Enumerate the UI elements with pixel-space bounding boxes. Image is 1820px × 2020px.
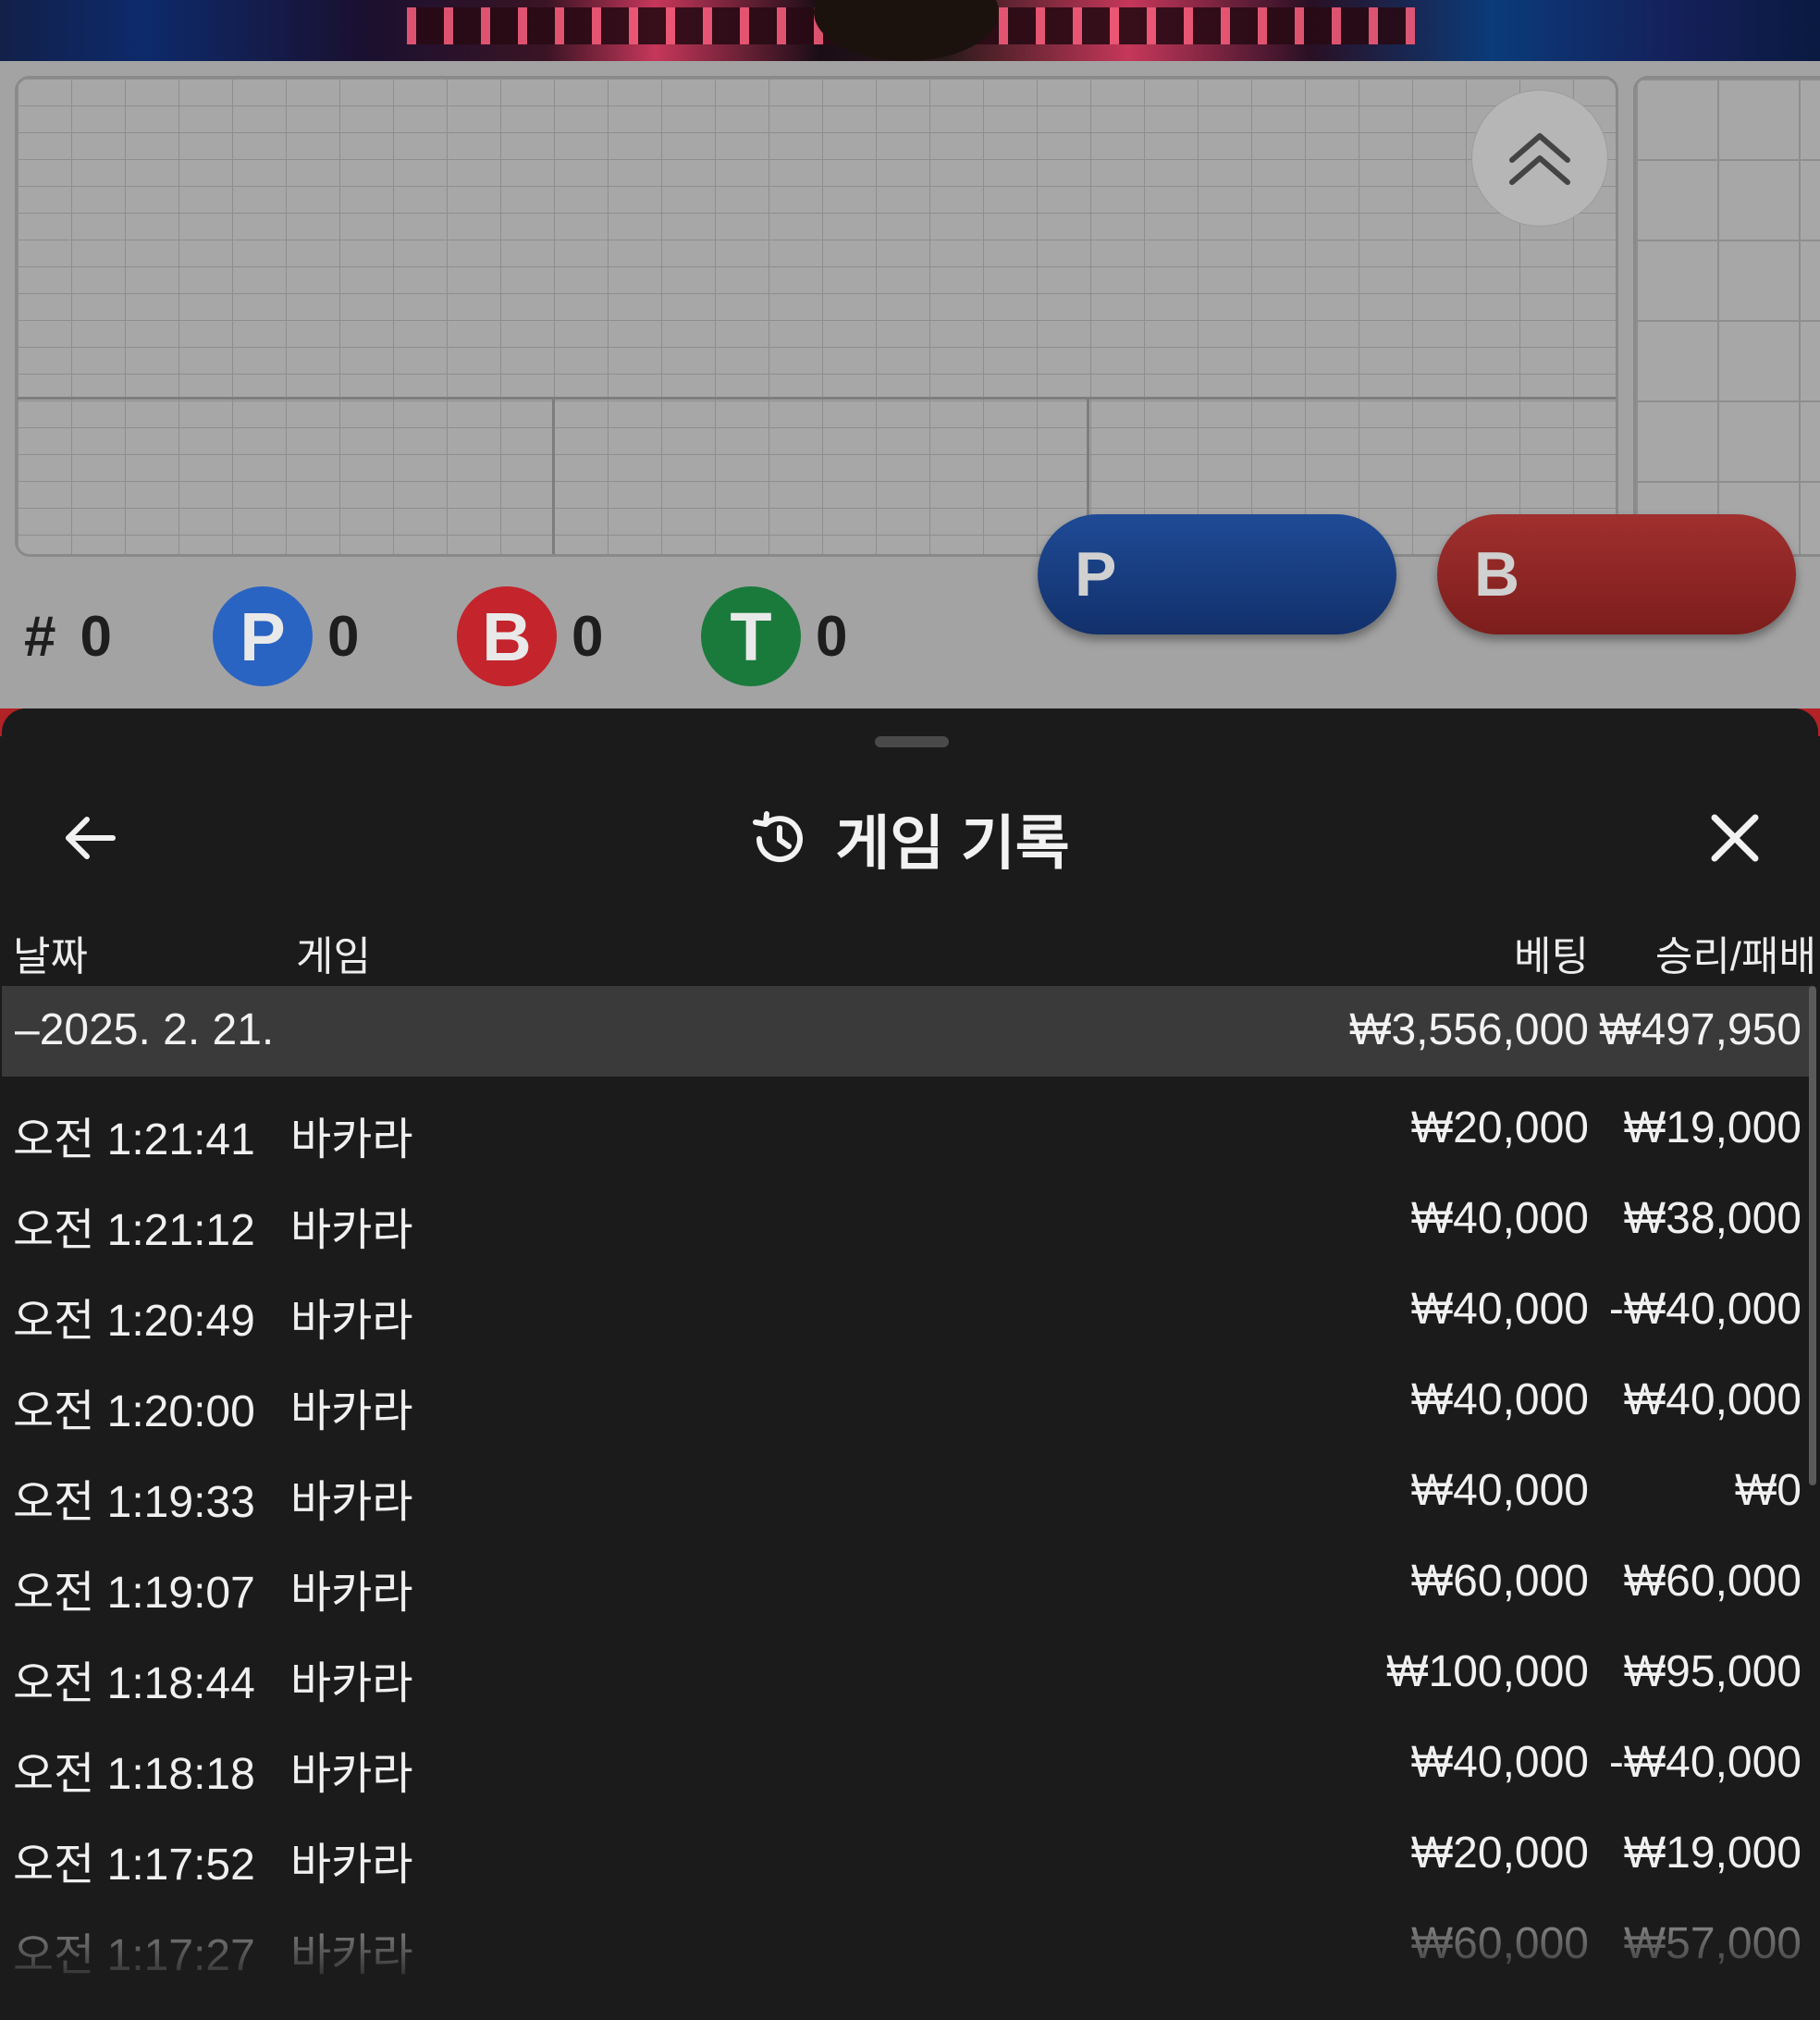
row-time: 오전 1:20:00 bbox=[13, 1387, 255, 1436]
column-header-bet: 베팅 bbox=[1514, 934, 1589, 979]
row-game: 바카라 bbox=[290, 1931, 413, 1980]
row-time: 오전 1:18:44 bbox=[13, 1659, 255, 1708]
table-row[interactable]: 오전 1:19:33 바카라 ₩40,000 ₩0 bbox=[2, 1439, 1811, 1530]
row-game: 바카라 bbox=[290, 1478, 413, 1527]
table-row[interactable]: 오전 1:19:07 바카라 ₩60,000 ₩60,000 bbox=[2, 1530, 1811, 1620]
expand-roads-button[interactable] bbox=[1472, 91, 1607, 226]
player-bet-button[interactable]: P bbox=[1038, 514, 1396, 634]
date-group-total-result: ₩497,950 bbox=[1599, 1005, 1802, 1054]
row-result: ₩38,000 bbox=[1623, 1194, 1802, 1243]
bead-road-grid bbox=[15, 76, 1618, 557]
row-result: ₩60,000 bbox=[1623, 1557, 1802, 1606]
row-time: 오전 1:19:33 bbox=[13, 1478, 255, 1527]
live-video-feed bbox=[0, 0, 1820, 61]
row-bet: ₩40,000 bbox=[1410, 1285, 1589, 1334]
row-time: 오전 1:18:18 bbox=[13, 1750, 255, 1799]
tie-badge: T bbox=[701, 586, 801, 686]
total-rounds-value: 0 bbox=[80, 604, 112, 669]
history-icon bbox=[753, 811, 804, 863]
date-group-total-bet: ₩3,556,000 bbox=[1349, 1005, 1589, 1054]
row-bet: ₩40,000 bbox=[1410, 1738, 1589, 1787]
row-bet: ₩60,000 bbox=[1410, 1557, 1589, 1606]
table-row[interactable]: 오전 1:20:49 바카라 ₩40,000 -₩40,000 bbox=[2, 1258, 1811, 1349]
row-time: 오전 1:20:49 bbox=[13, 1297, 255, 1346]
row-game: 바카라 bbox=[290, 1297, 413, 1346]
sheet-header: 게임 기록 bbox=[2, 764, 1818, 903]
row-result: ₩57,000 bbox=[1623, 1919, 1802, 1968]
banker-wins-value: 0 bbox=[572, 604, 604, 669]
total-rounds-count: # 0 bbox=[24, 572, 112, 701]
tie-value: 0 bbox=[816, 604, 848, 669]
row-result: ₩19,000 bbox=[1623, 1829, 1802, 1878]
close-icon bbox=[1711, 814, 1759, 862]
double-chevron-up-icon bbox=[1509, 133, 1570, 185]
row-bet: ₩60,000 bbox=[1410, 1919, 1589, 1968]
sheet-drag-handle[interactable] bbox=[875, 736, 949, 747]
row-result: -₩40,000 bbox=[1608, 1738, 1802, 1787]
date-group-row[interactable]: –2025. 2. 21. ₩3,556,000 ₩497,950 bbox=[2, 986, 1811, 1077]
row-result: -₩40,000 bbox=[1608, 1285, 1802, 1334]
row-result: ₩0 bbox=[1735, 1466, 1802, 1515]
row-result: ₩19,000 bbox=[1623, 1103, 1802, 1152]
page-title: 게임 기록 bbox=[835, 810, 1070, 877]
row-game: 바카라 bbox=[290, 1206, 413, 1255]
player-wins-value: 0 bbox=[327, 604, 360, 669]
banker-wins-count: B 0 bbox=[457, 572, 603, 701]
row-result: ₩95,000 bbox=[1623, 1647, 1802, 1696]
row-result: ₩40,000 bbox=[1623, 1375, 1802, 1424]
row-game: 바카라 bbox=[290, 1387, 413, 1436]
dealer-silhouette bbox=[814, 0, 999, 61]
date-group-label: –2025. 2. 21. bbox=[15, 1005, 275, 1054]
table-row[interactable]: 오전 1:18:44 바카라 ₩100,000 ₩95,000 bbox=[2, 1620, 1811, 1711]
table-row[interactable]: 오전 1:20:00 바카라 ₩40,000 ₩40,000 bbox=[2, 1349, 1811, 1439]
grid-divider bbox=[18, 397, 1616, 400]
row-game: 바카라 bbox=[290, 1115, 413, 1164]
table-row[interactable]: 오전 1:21:12 바카라 ₩40,000 ₩38,000 bbox=[2, 1167, 1811, 1258]
column-header-date: 날짜 bbox=[13, 934, 88, 979]
banker-badge: B bbox=[457, 586, 557, 686]
hash-label: # bbox=[24, 604, 56, 669]
list-scrollbar[interactable] bbox=[1809, 986, 1816, 1485]
row-bet: ₩100,000 bbox=[1386, 1647, 1589, 1696]
banker-bet-button[interactable]: B bbox=[1437, 514, 1796, 634]
column-header-result: 승리/패배 bbox=[1654, 934, 1816, 979]
grid-divider bbox=[552, 397, 555, 554]
player-badge: P bbox=[213, 586, 313, 686]
row-game: 바카라 bbox=[290, 1841, 413, 1890]
player-wins-count: P 0 bbox=[213, 572, 359, 701]
table-row[interactable]: 오전 1:17:52 바카라 ₩20,000 ₩19,000 bbox=[2, 1802, 1811, 1892]
sheet-title: 게임 기록 bbox=[2, 797, 1818, 881]
row-bet: ₩20,000 bbox=[1410, 1829, 1589, 1878]
row-game: 바카라 bbox=[290, 1569, 413, 1618]
table-header: 날짜 게임 베팅 승리/패배 bbox=[2, 903, 1818, 986]
row-bet: ₩20,000 bbox=[1410, 1103, 1589, 1152]
row-game: 바카라 bbox=[290, 1659, 413, 1708]
row-time: 오전 1:21:41 bbox=[13, 1115, 255, 1164]
row-game: 바카라 bbox=[290, 1750, 413, 1799]
row-time: 오전 1:17:27 bbox=[13, 1931, 255, 1980]
row-bet: ₩40,000 bbox=[1410, 1466, 1589, 1515]
table-row[interactable]: 오전 1:21:41 바카라 ₩20,000 ₩19,000 bbox=[2, 1077, 1811, 1167]
row-bet: ₩40,000 bbox=[1410, 1194, 1589, 1243]
column-header-game: 게임 bbox=[296, 934, 371, 979]
row-time: 오전 1:17:52 bbox=[13, 1841, 255, 1890]
row-time: 오전 1:21:12 bbox=[13, 1206, 255, 1255]
close-button[interactable] bbox=[1698, 801, 1772, 875]
tie-count: T 0 bbox=[701, 572, 847, 701]
game-history-sheet: 게임 기록 날짜 게임 베팅 승리/패배 –2025. 2. 21. ₩3,55… bbox=[2, 708, 1818, 2020]
history-list: 오전 1:21:41 바카라 ₩20,000 ₩19,000 오전 1:21:1… bbox=[2, 1077, 1811, 1983]
table-row[interactable]: 오전 1:18:18 바카라 ₩40,000 -₩40,000 bbox=[2, 1711, 1811, 1802]
row-time: 오전 1:19:07 bbox=[13, 1569, 255, 1618]
row-bet: ₩40,000 bbox=[1410, 1375, 1589, 1424]
table-row[interactable]: 오전 1:17:27 바카라 ₩60,000 ₩57,000 bbox=[2, 1892, 1811, 1983]
side-road-grid bbox=[1633, 76, 1820, 557]
